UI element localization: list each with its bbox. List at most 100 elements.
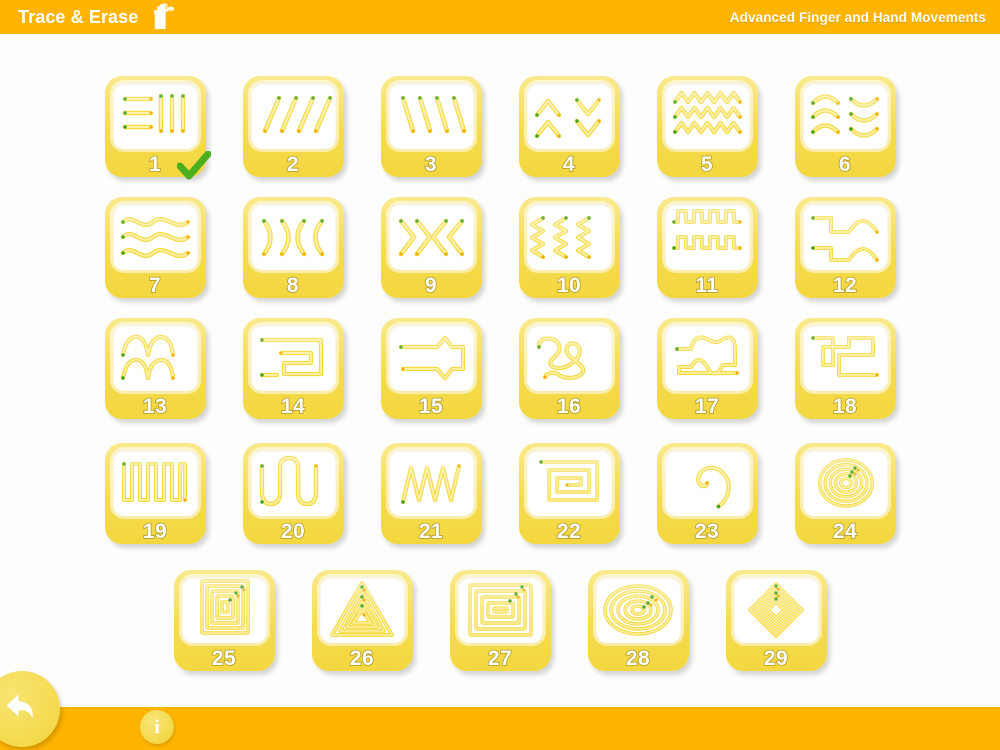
pattern-preview-angular-spiral-path: [250, 325, 336, 391]
grid-row-5: 25 26 27 28 29: [0, 544, 1000, 671]
tile-number: 16: [556, 395, 582, 419]
activity-tile-9[interactable]: 9: [380, 197, 482, 298]
tile-number: 5: [700, 153, 714, 177]
tile-number: 4: [562, 153, 576, 177]
pattern-preview-square-and-arch-mix: [802, 204, 888, 270]
back-button[interactable]: [0, 671, 60, 747]
tile-number: 2: [286, 153, 300, 177]
activity-tile-12[interactable]: 12: [794, 197, 896, 298]
activity-tile-5[interactable]: 5: [656, 76, 758, 177]
pattern-preview-concentric-circles: [802, 450, 888, 516]
pattern-preview-maze-path: [802, 325, 888, 391]
grid-row-2: 7 8 9 10 11 12: [0, 177, 1000, 298]
tile-number: 13: [142, 395, 168, 419]
activity-tile-15[interactable]: 15: [380, 318, 482, 419]
activity-tile-10[interactable]: 10: [518, 197, 620, 298]
pattern-preview-rounded-wave: [250, 450, 336, 516]
activity-tile-18[interactable]: 18: [794, 318, 896, 419]
tile-number: 17: [694, 395, 720, 419]
activity-tile-13[interactable]: 13: [104, 318, 206, 419]
activity-tile-4[interactable]: 4: [518, 76, 620, 177]
pattern-preview-concentric-ellipses: [595, 577, 681, 643]
tile-number: 6: [838, 153, 852, 177]
tile-number: 29: [763, 647, 789, 671]
activity-tile-17[interactable]: 17: [656, 318, 758, 419]
activity-tile-29[interactable]: 29: [725, 570, 827, 671]
tile-number: 9: [424, 274, 438, 298]
activity-tile-2[interactable]: 2: [242, 76, 344, 177]
pattern-preview-square-wave: [112, 450, 198, 516]
pattern-preview-vertical-arcs: [250, 204, 336, 270]
tile-number: 27: [487, 647, 513, 671]
pattern-preview-double-loop-path: [664, 325, 750, 391]
activity-tile-21[interactable]: 21: [380, 443, 482, 544]
activity-tile-28[interactable]: 28: [587, 570, 689, 671]
tile-number: 14: [280, 395, 306, 419]
app-title: Trace & Erase: [18, 7, 139, 27]
pattern-preview-concentric-rectangles: [457, 577, 543, 643]
pattern-preview-chevrons-up-and-down: [526, 83, 612, 149]
pattern-preview-wavy-lines: [112, 204, 198, 270]
activity-tile-3[interactable]: 3: [380, 76, 482, 177]
tile-number: 18: [832, 395, 858, 419]
activity-tile-19[interactable]: 19: [104, 443, 206, 544]
activity-tile-20[interactable]: 20: [242, 443, 344, 544]
info-button[interactable]: i: [140, 710, 174, 744]
app-root: Trace & Erase Advanced Finger and Hand M…: [0, 0, 1000, 750]
tile-number: 23: [694, 520, 720, 544]
activity-tile-26[interactable]: 26: [311, 570, 413, 671]
pattern-preview-square-spiral: [526, 450, 612, 516]
tile-number: 11: [695, 274, 719, 298]
pattern-preview-pointed-path: [388, 325, 474, 391]
activity-tile-7[interactable]: 7: [104, 197, 206, 298]
pattern-preview-arcs-caps-and-cups: [802, 83, 888, 149]
tile-number: 21: [418, 520, 444, 544]
activity-grid: 123456 7 8 9 10 11 12 13 14 15 16 17 18 19 20 21 22 23…: [0, 34, 1000, 680]
pattern-preview-sharp-zigzag: [388, 450, 474, 516]
activity-tile-11[interactable]: 11: [656, 197, 758, 298]
activity-tile-24[interactable]: 24: [794, 443, 896, 544]
activity-tile-25[interactable]: 25: [173, 570, 275, 671]
tile-number: 24: [832, 520, 858, 544]
page-subtitle: Advanced Finger and Hand Movements: [729, 9, 986, 25]
grid-row-1: 1 2 3 4 5 6: [0, 34, 1000, 180]
tile-number: 3: [424, 153, 438, 177]
pattern-preview-arch-wave-double: [112, 325, 198, 391]
grid-row-4: 19 20 21 22 23 24: [0, 419, 1000, 544]
tile-number: 22: [556, 520, 582, 544]
footer-bar: i: [0, 671, 1000, 750]
pattern-preview-vertical-zigzags: [526, 204, 612, 270]
activity-tile-8[interactable]: 8: [242, 197, 344, 298]
pattern-preview-square-wave-double: [664, 204, 750, 270]
tile-number: 25: [211, 647, 237, 671]
pattern-preview-squiggle-loop: [526, 325, 612, 391]
tile-number: 7: [148, 274, 162, 298]
brand: Trace & Erase: [18, 2, 175, 30]
tile-number: 12: [832, 274, 858, 298]
activity-tile-27[interactable]: 27: [449, 570, 551, 671]
pattern-preview-round-spiral: [664, 450, 750, 516]
hand-tracing-icon: [148, 2, 175, 30]
tile-number: 26: [349, 647, 375, 671]
pattern-preview-concentric-triangles: [319, 577, 405, 643]
activity-tile-1[interactable]: 1: [104, 76, 211, 180]
tile-number: 15: [418, 395, 444, 419]
activity-tile-22[interactable]: 22: [518, 443, 620, 544]
activity-tile-23[interactable]: 23: [656, 443, 758, 544]
pattern-preview-diagonal-lines-right: [250, 83, 336, 149]
tile-number: 20: [280, 520, 306, 544]
tile-number: 1: [148, 153, 162, 177]
activity-tile-14[interactable]: 14: [242, 318, 344, 419]
info-icon: i: [154, 716, 160, 738]
tile-number: 8: [286, 274, 300, 298]
pattern-preview-horizontal-and-vertical-lines: [112, 83, 198, 149]
grid-row-3: 13 14 15 16 17 18: [0, 298, 1000, 419]
header-bar: Trace & Erase Advanced Finger and Hand M…: [0, 0, 1000, 34]
tile-number: 19: [142, 520, 168, 544]
pattern-preview-angle-brackets: [388, 204, 474, 270]
pattern-preview-concentric-diamonds: [733, 577, 819, 643]
pattern-preview-diagonal-lines-left: [388, 83, 474, 149]
tile-number: 10: [556, 274, 582, 298]
activity-tile-6[interactable]: 6: [794, 76, 896, 177]
activity-tile-16[interactable]: 16: [518, 318, 620, 419]
